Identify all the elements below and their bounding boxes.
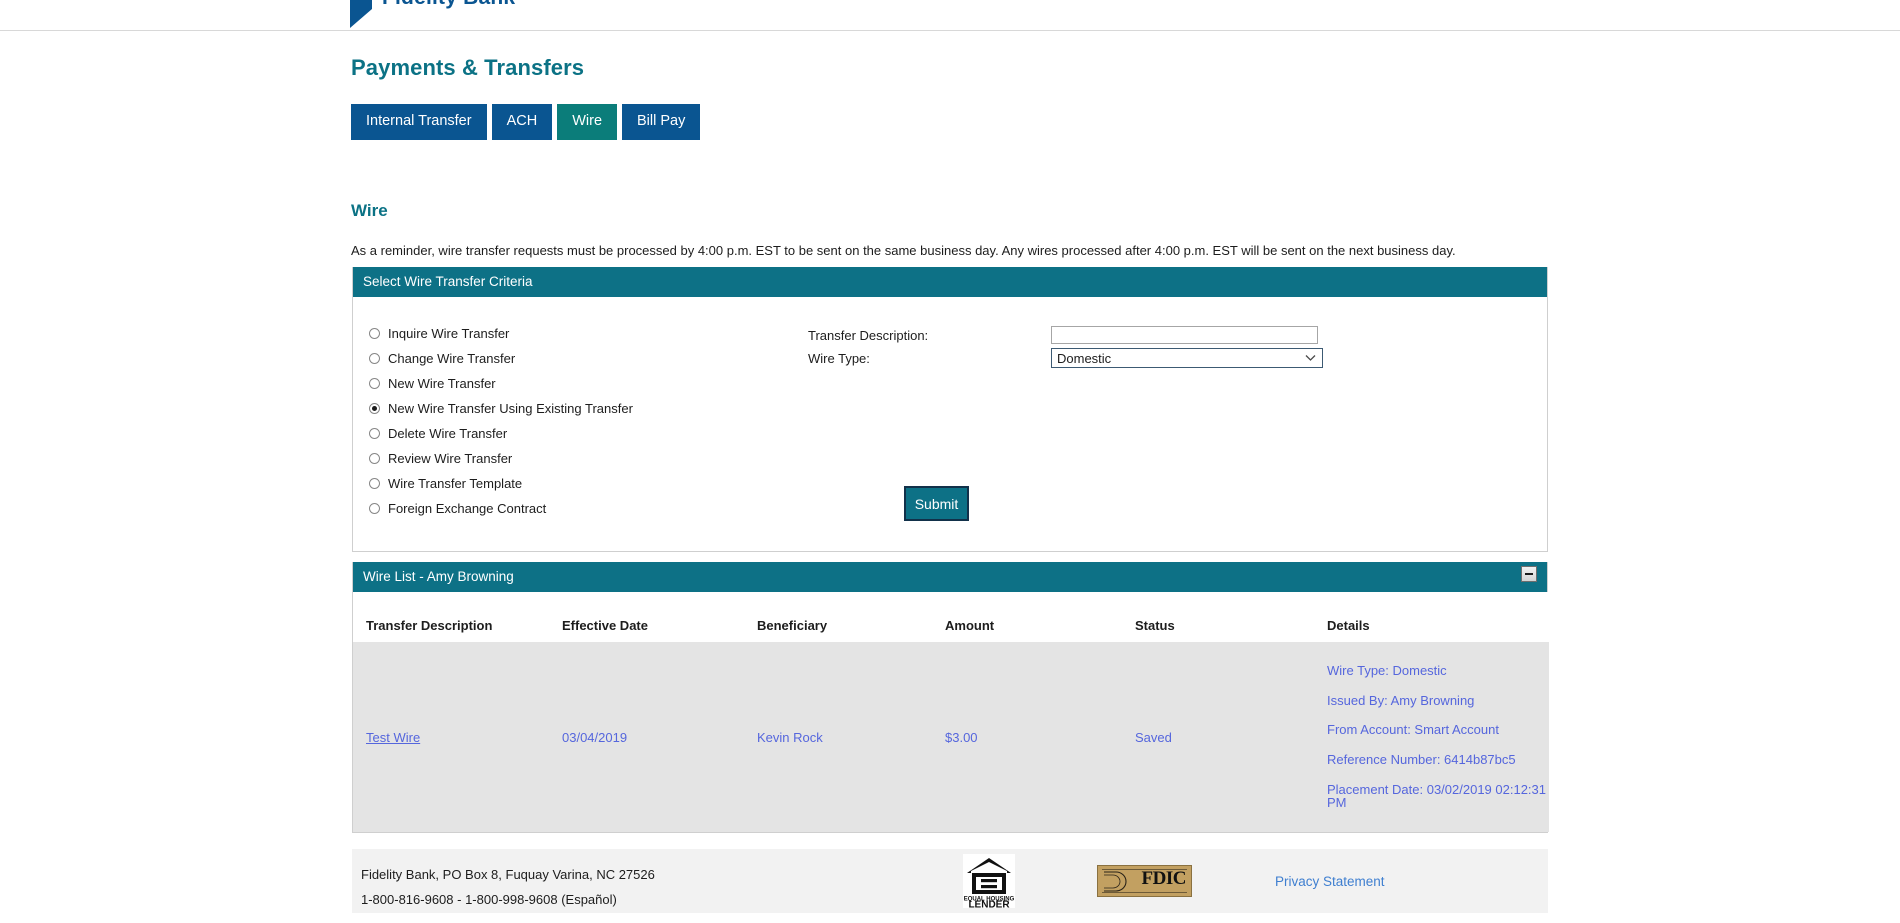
column-amount: Amount bbox=[945, 592, 1135, 642]
bank-wordmark: Fidelity Bank bbox=[382, 0, 515, 10]
transfer-description-label: Transfer Description: bbox=[808, 327, 929, 343]
footer-phone-line: 1-800-816-9608 - 1-800-998-9608 (Español… bbox=[361, 892, 617, 907]
detail-from-account: From Account: Smart Account bbox=[1327, 722, 1499, 738]
detail-placement-date: Placement Date: 03/02/2019 02:12:31 PM bbox=[1327, 781, 1546, 811]
radio-foreign-exchange-contract[interactable]: Foreign Exchange Contract bbox=[369, 496, 633, 521]
wire-type-selected-value: Domestic bbox=[1057, 350, 1112, 366]
radio-new-wire-transfer[interactable]: New Wire Transfer bbox=[369, 371, 633, 396]
reminder-text: As a reminder, wire transfer requests mu… bbox=[351, 243, 1456, 258]
wire-list-panel: Wire List - Amy Browning Transfer Descri… bbox=[352, 562, 1549, 833]
column-status: Status bbox=[1135, 592, 1327, 642]
site-header: Fidelity Bank bbox=[0, 0, 1900, 31]
detail-issued-by: Issued By: Amy Browning bbox=[1327, 692, 1475, 708]
column-beneficiary: Beneficiary bbox=[757, 592, 945, 642]
equal-housing-lender-icon: EQUAL HOUSING LENDER bbox=[963, 854, 1015, 911]
criteria-panel-body: Inquire Wire Transfer Change Wire Transf… bbox=[353, 297, 1547, 551]
radio-label: Review Wire Transfer bbox=[388, 451, 513, 466]
page-footer: Fidelity Bank, PO Box 8, Fuquay Varina, … bbox=[352, 849, 1548, 913]
detail-wire-type: Wire Type: Domestic bbox=[1327, 663, 1447, 678]
wire-list-panel-header: Wire List - Amy Browning bbox=[353, 562, 1547, 592]
wire-list-table: Transfer Description Effective Date Bene… bbox=[353, 592, 1549, 832]
footer-address-line: Fidelity Bank, PO Box 8, Fuquay Varina, … bbox=[361, 867, 655, 882]
table-row: Test Wire 03/04/2019 Kevin Rock $3.00 Sa… bbox=[353, 642, 1549, 832]
submit-button[interactable]: Submit bbox=[904, 486, 969, 521]
column-details: Details bbox=[1327, 592, 1549, 642]
wire-list-panel-title: Wire List - Amy Browning bbox=[363, 569, 514, 584]
minus-glyph bbox=[1525, 573, 1533, 575]
wire-criteria-radio-group: Inquire Wire Transfer Change Wire Transf… bbox=[369, 321, 633, 521]
column-transfer-description: Transfer Description bbox=[353, 592, 562, 642]
wire-type-row: Wire Type: Domestic bbox=[808, 348, 1323, 368]
radio-indicator bbox=[369, 503, 380, 514]
radio-label: Change Wire Transfer bbox=[388, 351, 516, 366]
radio-indicator bbox=[369, 353, 380, 364]
svg-text:LENDER: LENDER bbox=[968, 900, 1010, 909]
radio-indicator bbox=[369, 428, 380, 439]
chevron-down-icon bbox=[1302, 349, 1319, 367]
criteria-panel: Select Wire Transfer Criteria Inquire Wi… bbox=[352, 267, 1548, 552]
radio-change-wire-transfer[interactable]: Change Wire Transfer bbox=[369, 346, 633, 371]
cell-details: Wire Type: Domestic Issued By: Amy Brown… bbox=[1327, 642, 1549, 832]
cell-status: Saved bbox=[1135, 642, 1327, 832]
transfer-description-row: Transfer Description: bbox=[808, 326, 1318, 344]
radio-label: New Wire Transfer Using Existing Transfe… bbox=[388, 401, 633, 416]
fdic-icon: FDIC bbox=[1097, 865, 1192, 897]
radio-label: Delete Wire Transfer bbox=[388, 426, 508, 441]
collapse-icon[interactable] bbox=[1521, 566, 1537, 582]
tab-ach[interactable]: ACH bbox=[491, 104, 553, 140]
cell-beneficiary: Kevin Rock bbox=[757, 642, 945, 832]
section-title: Wire bbox=[351, 201, 388, 220]
transfer-description-input[interactable] bbox=[1051, 326, 1318, 344]
privacy-statement-link[interactable]: Privacy Statement bbox=[1275, 874, 1385, 889]
cell-effective-date: 03/04/2019 bbox=[562, 642, 757, 832]
criteria-panel-title: Select Wire Transfer Criteria bbox=[353, 267, 1547, 297]
radio-delete-wire-transfer[interactable]: Delete Wire Transfer bbox=[369, 421, 633, 446]
table-header-row: Transfer Description Effective Date Bene… bbox=[353, 592, 1549, 642]
radio-indicator bbox=[369, 378, 380, 389]
bank-logo-icon bbox=[350, 0, 372, 28]
radio-label: Inquire Wire Transfer bbox=[388, 326, 510, 341]
radio-indicator bbox=[369, 403, 380, 414]
payment-type-tabs: Internal Transfer ACH Wire Bill Pay bbox=[351, 104, 701, 140]
radio-wire-transfer-template[interactable]: Wire Transfer Template bbox=[369, 471, 633, 496]
radio-indicator bbox=[369, 453, 380, 464]
radio-indicator bbox=[369, 478, 380, 489]
radio-label: Foreign Exchange Contract bbox=[388, 501, 547, 516]
tab-wire[interactable]: Wire bbox=[557, 104, 618, 140]
wire-type-select[interactable]: Domestic bbox=[1051, 348, 1323, 368]
radio-indicator bbox=[369, 328, 380, 339]
fdic-wordmark: FDIC bbox=[1141, 868, 1187, 889]
tab-internal-transfer[interactable]: Internal Transfer bbox=[351, 104, 487, 140]
cell-transfer-description: Test Wire bbox=[353, 642, 562, 832]
tab-bill-pay[interactable]: Bill Pay bbox=[622, 104, 701, 140]
radio-label: Wire Transfer Template bbox=[388, 476, 523, 491]
footer-contact-block: Fidelity Bank, PO Box 8, Fuquay Varina, … bbox=[361, 862, 655, 912]
radio-inquire-wire-transfer[interactable]: Inquire Wire Transfer bbox=[369, 321, 633, 346]
radio-review-wire-transfer[interactable]: Review Wire Transfer bbox=[369, 446, 633, 471]
page-title: Payments & Transfers bbox=[351, 55, 585, 80]
wire-detail-link[interactable]: Test Wire bbox=[366, 730, 420, 745]
radio-label: New Wire Transfer bbox=[388, 376, 496, 391]
cell-amount: $3.00 bbox=[945, 642, 1135, 832]
column-effective-date: Effective Date bbox=[562, 592, 757, 642]
wire-type-label: Wire Type: bbox=[808, 350, 870, 366]
detail-reference-number: Reference Number: 6414b87bc5 bbox=[1327, 751, 1516, 767]
radio-new-wire-transfer-using-existing[interactable]: New Wire Transfer Using Existing Transfe… bbox=[369, 396, 633, 421]
